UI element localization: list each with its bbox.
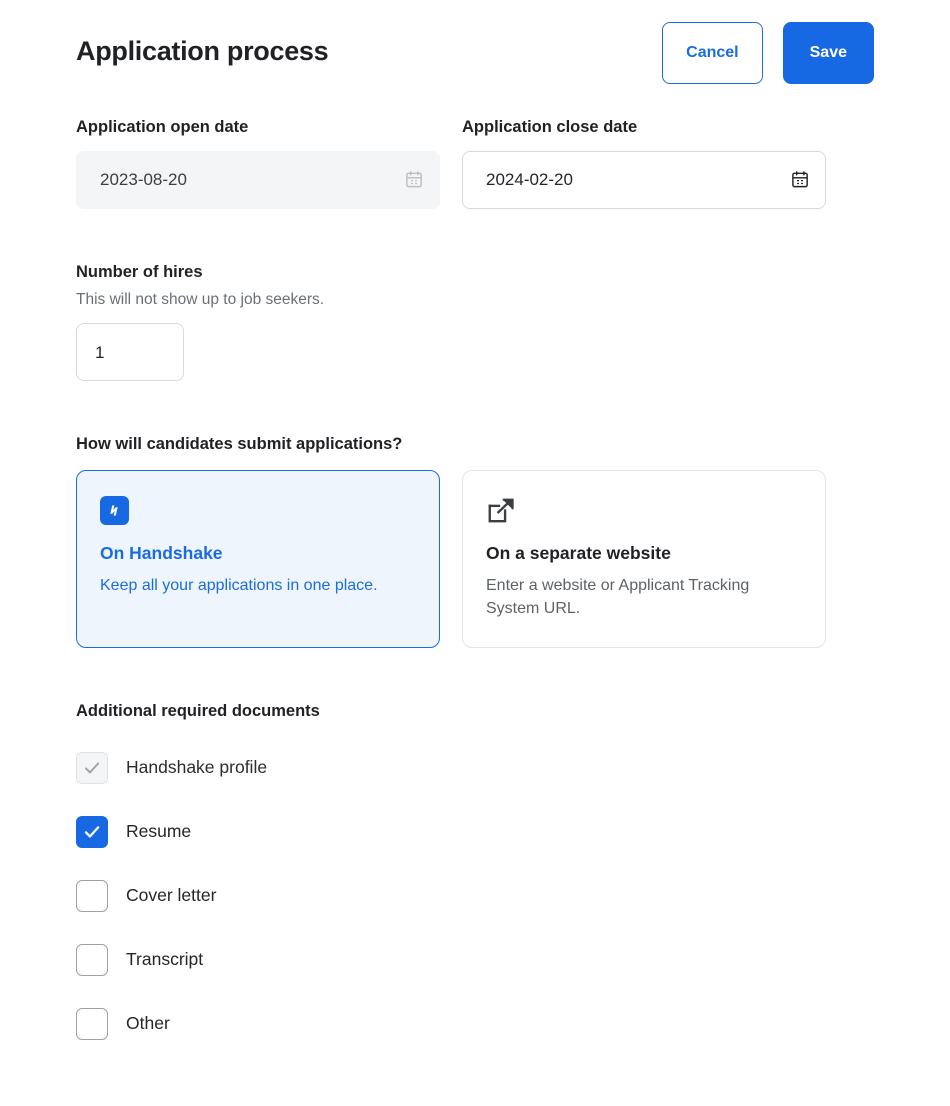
document-label: Other [126, 1015, 170, 1033]
number-of-hires-input[interactable]: 1 [76, 323, 184, 381]
check-icon [82, 822, 102, 842]
document-row-handshake-profile: Handshake profile [76, 736, 874, 800]
application-open-date-label: Application open date [76, 118, 440, 138]
submission-option-title: On Handshake [100, 543, 416, 565]
submission-option-icon-wrap [486, 493, 802, 529]
number-of-hires-helper-text: This will not show up to job seekers. [76, 291, 874, 310]
save-button[interactable]: Save [783, 22, 874, 84]
date-range-row: Application open date 2023-08-20 Applica… [76, 118, 874, 209]
submission-option-description: Enter a website or Applicant Tracking Sy… [486, 574, 786, 620]
submission-option-separate-website[interactable]: On a separate website Enter a website or… [462, 470, 826, 648]
external-link-icon [486, 496, 516, 526]
document-label: Transcript [126, 951, 203, 969]
submission-method-options: On Handshake Keep all your applications … [76, 470, 874, 648]
checkbox-cover-letter[interactable] [76, 880, 108, 912]
document-label: Handshake profile [126, 759, 267, 777]
cancel-button[interactable]: Cancel [662, 22, 762, 84]
application-process-form: Application process Cancel Save Applicat… [0, 0, 950, 1056]
calendar-icon [405, 170, 424, 189]
application-open-date-group: Application open date 2023-08-20 [76, 118, 440, 209]
application-close-date-group: Application close date 2024-02-20 [462, 118, 826, 209]
application-open-date-value: 2023-08-20 [100, 171, 405, 188]
required-documents-group: Additional required documents Handshake … [76, 702, 874, 1056]
required-documents-label: Additional required documents [76, 702, 874, 722]
number-of-hires-group: Number of hires This will not show up to… [76, 263, 874, 381]
submission-option-icon-wrap [100, 493, 416, 529]
document-label: Resume [126, 823, 191, 841]
required-documents-list: Handshake profile Resume Cover letter Tr… [76, 736, 874, 1056]
checkbox-resume[interactable] [76, 816, 108, 848]
document-row-transcript[interactable]: Transcript [76, 928, 874, 992]
checkbox-transcript[interactable] [76, 944, 108, 976]
document-row-other[interactable]: Other [76, 992, 874, 1056]
checkbox-other[interactable] [76, 1008, 108, 1040]
submission-option-on-handshake[interactable]: On Handshake Keep all your applications … [76, 470, 440, 648]
calendar-icon[interactable] [791, 170, 810, 189]
submission-option-description: Keep all your applications in one place. [100, 574, 400, 597]
document-label: Cover letter [126, 887, 216, 905]
application-close-date-label: Application close date [462, 118, 826, 138]
document-row-resume[interactable]: Resume [76, 800, 874, 864]
submission-method-group: How will candidates submit applications?… [76, 435, 874, 648]
number-of-hires-label: Number of hires [76, 263, 874, 283]
application-close-date-input[interactable]: 2024-02-20 [462, 151, 826, 209]
form-header: Application process Cancel Save [76, 22, 874, 84]
checkbox-handshake-profile [76, 752, 108, 784]
submission-option-title: On a separate website [486, 543, 802, 565]
application-close-date-value: 2024-02-20 [486, 171, 791, 188]
number-of-hires-value: 1 [95, 344, 104, 361]
application-open-date-input[interactable]: 2023-08-20 [76, 151, 440, 209]
submission-method-label: How will candidates submit applications? [76, 435, 874, 455]
handshake-logo-icon [100, 496, 129, 525]
header-actions: Cancel Save [662, 22, 874, 84]
check-icon [82, 758, 102, 778]
page-title: Application process [76, 22, 328, 67]
document-row-cover-letter[interactable]: Cover letter [76, 864, 874, 928]
